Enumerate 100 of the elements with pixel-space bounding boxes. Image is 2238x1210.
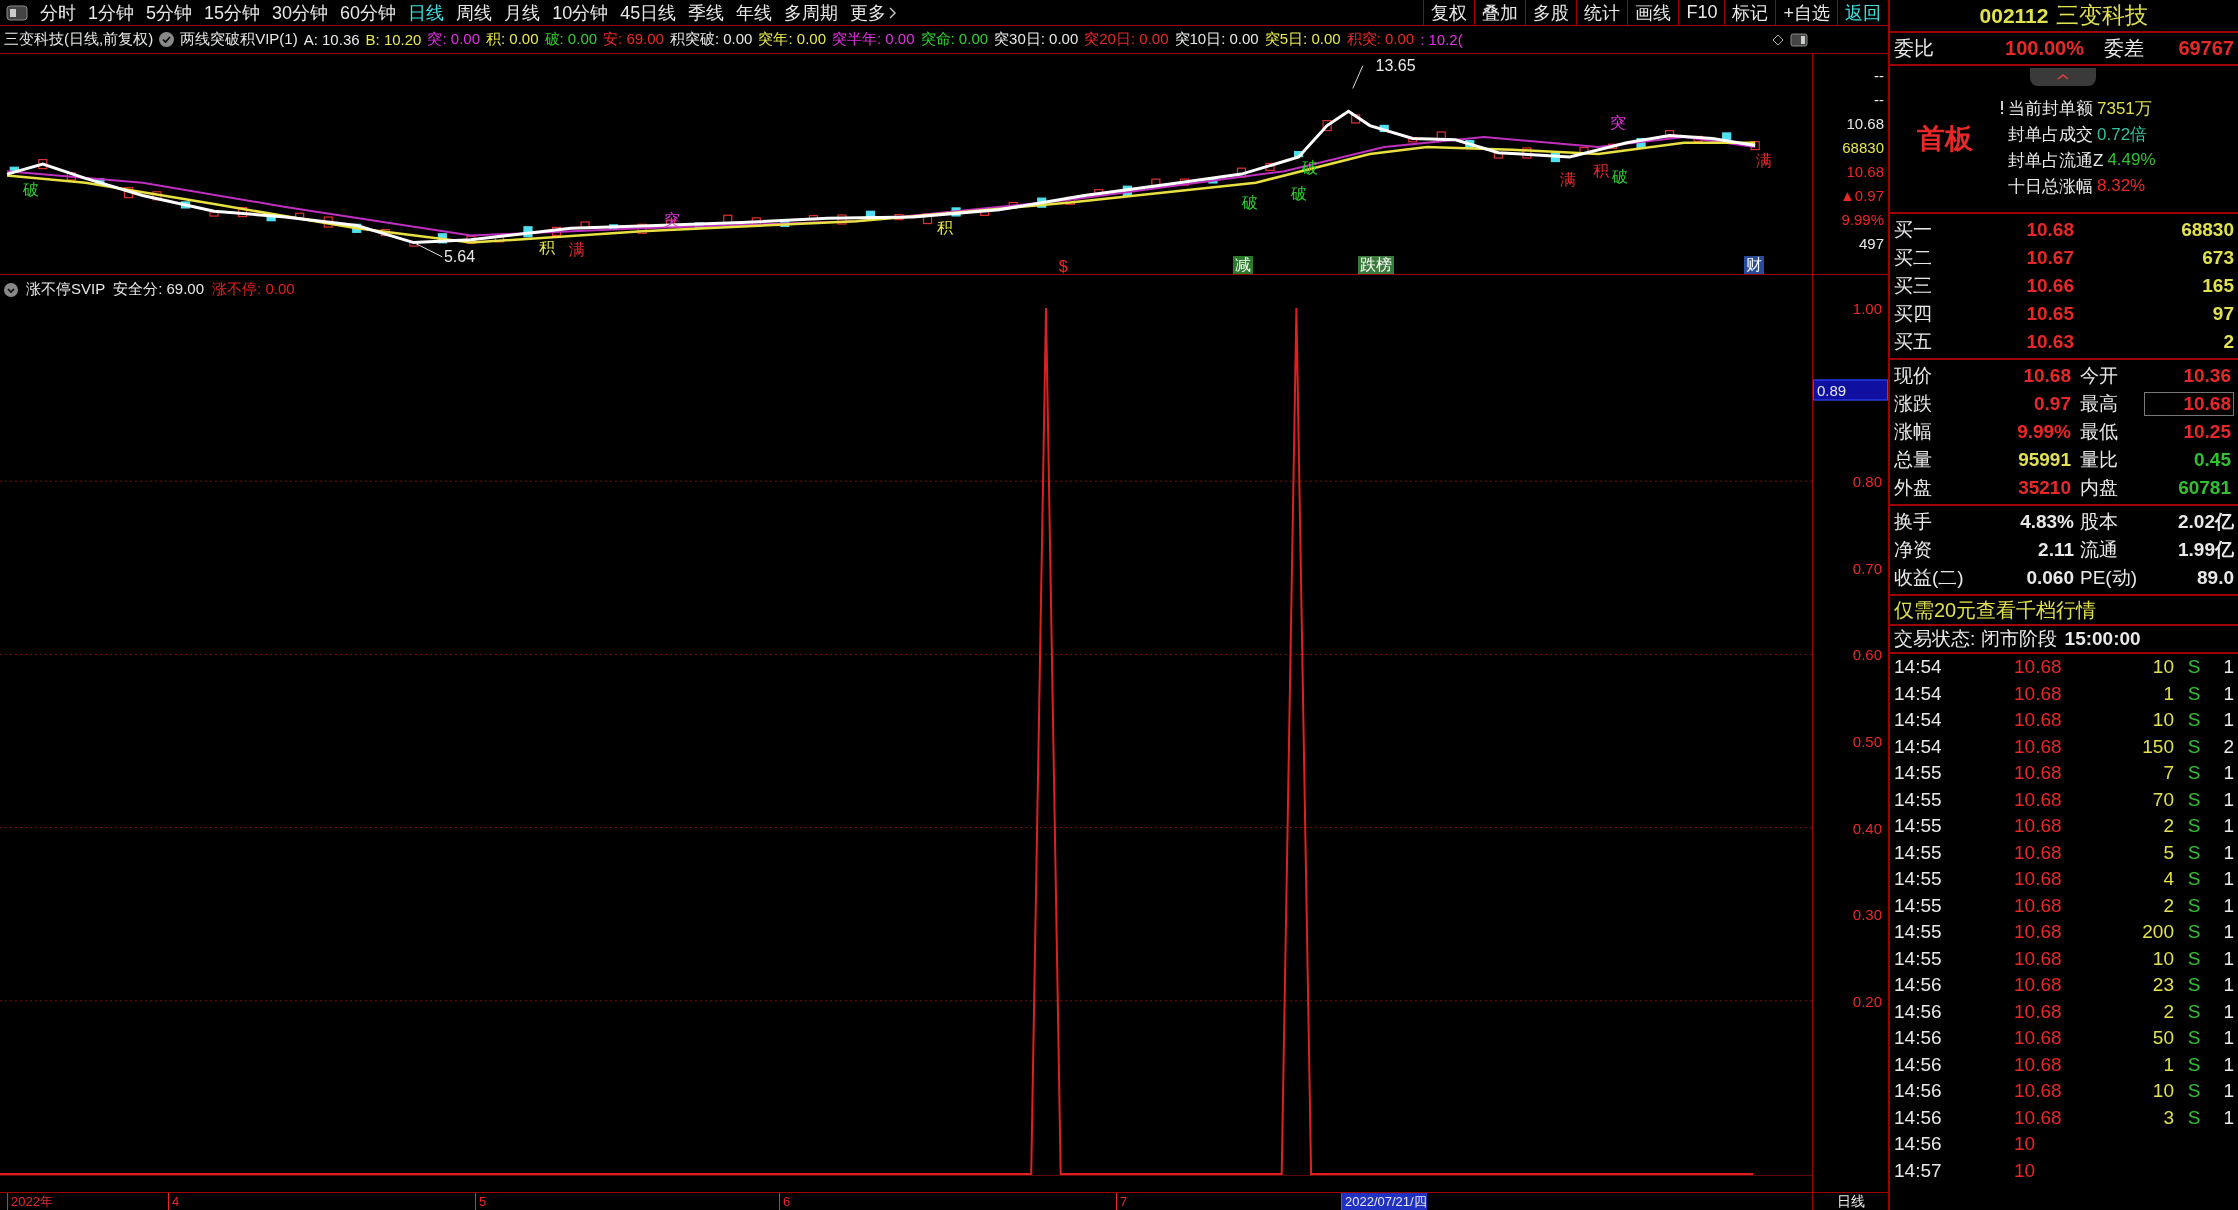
axis-tick-label: 0.80 — [1852, 472, 1882, 490]
signal-mark: 积 — [936, 219, 953, 238]
bid-price: 10.63 — [2025, 331, 2074, 353]
quote-value: 9.99% — [2016, 420, 2072, 444]
info-label: 当前封单额 — [2008, 97, 2093, 120]
bid-label: 买五 — [1894, 330, 1933, 354]
toolbar-button[interactable]: F10 — [1678, 0, 1725, 26]
quote-label: 现价 — [1894, 364, 1933, 388]
trade-price: 10 — [2014, 1159, 2037, 1182]
indicator-value: 积突破: 0.00 — [669, 30, 753, 49]
toolbar-button[interactable]: 多股 — [1525, 0, 1577, 26]
trade-volume: 1 — [2162, 1053, 2174, 1076]
toolbar-button[interactable]: 复权 — [1423, 0, 1475, 26]
quote-value: 95991 — [2017, 448, 2072, 472]
trade-side: S — [2186, 1080, 2202, 1103]
toolbar-button[interactable]: +自选 — [1775, 0, 1837, 26]
period-tab[interactable]: 日线 — [402, 0, 451, 25]
quote-label: 量比 — [2079, 448, 2119, 472]
indicator-value: 突半年: 0.00 — [832, 30, 915, 49]
diff-value: 69767 — [2177, 37, 2234, 60]
toolbar-button[interactable]: 叠加 — [1474, 0, 1526, 26]
toolbar-button[interactable]: 统计 — [1576, 0, 1628, 26]
more-button[interactable]: 更多 — [844, 0, 903, 25]
info-value: 0.72倍 — [2097, 123, 2148, 146]
trade-price: 10.68 — [2014, 762, 2063, 785]
leader-line — [1352, 65, 1364, 89]
check-icon[interactable] — [159, 32, 175, 47]
trade-price: 10.68 — [2014, 709, 2063, 732]
period-tab[interactable]: 45日线 — [614, 0, 683, 25]
quote-value: 10.68 — [2022, 364, 2072, 388]
trade-side: S — [2186, 682, 2202, 705]
legend-value: 涨不停: 0.00 — [212, 280, 295, 300]
toolbar-button[interactable]: 画线 — [1627, 0, 1679, 26]
quote-label: 外盘 — [1894, 476, 1933, 500]
indicator-value: : 10.2( — [1420, 31, 1463, 48]
stat-value: 0.060 — [2025, 567, 2074, 589]
trade-count: 1 — [2222, 788, 2234, 811]
trade-time: 14:55 — [1894, 815, 1943, 838]
signal-mark: 满 — [1560, 170, 1577, 189]
trade-side: S — [2186, 1053, 2202, 1076]
period-tab[interactable]: 周线 — [450, 0, 499, 25]
trade-price: 10.68 — [2014, 894, 2063, 917]
trade-price: 10.68 — [2014, 1053, 2063, 1076]
indicator-value: 安全分: 69.00 — [113, 280, 205, 300]
period-tab[interactable]: 分时 — [34, 0, 82, 25]
bid-price: 10.67 — [2025, 247, 2074, 269]
trade-time: 14:56 — [1894, 1080, 1943, 1103]
trade-time: 14:57 — [1894, 1159, 1943, 1182]
axis-label: 10.68 — [1846, 114, 1884, 134]
axis-label: 68830 — [1842, 138, 1884, 158]
bid-label: 买三 — [1894, 274, 1933, 298]
leader-line — [413, 242, 443, 258]
trade-count: 2 — [2222, 735, 2234, 758]
panel-toggle-icon[interactable] — [1790, 32, 1808, 47]
signal-mark: 满 — [568, 240, 585, 259]
trade-side: S — [2186, 868, 2202, 891]
trade-count: 1 — [2222, 815, 2234, 838]
trade-volume: 10 — [2151, 656, 2174, 679]
axis-label: -- — [1874, 66, 1884, 86]
stat-label: 净资 — [1894, 538, 1933, 562]
trade-price: 10.68 — [2014, 788, 2063, 811]
trade-count: 1 — [2222, 894, 2234, 917]
trade-volume: 200 — [2141, 921, 2174, 944]
toolbar-button[interactable]: 标记 — [1724, 0, 1776, 26]
panel-toggle-icon[interactable] — [6, 4, 28, 21]
period-tab[interactable]: 5分钟 — [140, 0, 199, 25]
period-tab[interactable]: 年线 — [730, 0, 779, 25]
chevron-up-icon — [2057, 73, 2069, 81]
period-tab[interactable]: 月线 — [498, 0, 547, 25]
quote-value: 10.36 — [2182, 364, 2232, 388]
cursor-date: 2022/07/21/四 — [1341, 1193, 1427, 1210]
quote-label: 今开 — [2079, 364, 2119, 388]
period-tab[interactable]: 多周期 — [778, 0, 845, 25]
info-label: 十日总涨幅 — [2008, 175, 2093, 198]
diamond-icon[interactable] — [1772, 33, 1784, 46]
signal-mark: $ — [1058, 257, 1068, 276]
indicator-value: 积突: 0.00 — [1346, 30, 1415, 49]
trade-time: 14:55 — [1894, 921, 1943, 944]
axis-tick-label: 0.40 — [1852, 819, 1882, 837]
quote-value: 0.45 — [2193, 448, 2232, 472]
trade-side: S — [2186, 1027, 2202, 1050]
period-tab[interactable]: 10分钟 — [546, 0, 615, 25]
period-tab[interactable]: 15分钟 — [198, 0, 267, 25]
period-tab[interactable]: 60分钟 — [334, 0, 403, 25]
trade-time: 14:55 — [1894, 868, 1943, 891]
trade-count: 1 — [2222, 868, 2234, 891]
trade-time: 14:54 — [1894, 735, 1943, 758]
trade-count: 1 — [2222, 762, 2234, 785]
bid-price: 10.68 — [2025, 219, 2074, 241]
collapse-icon[interactable] — [4, 283, 18, 297]
period-tab[interactable]: 1分钟 — [82, 0, 140, 25]
period-tab[interactable]: 30分钟 — [266, 0, 335, 25]
stat-value: 2.02亿 — [2177, 510, 2234, 534]
promo-link[interactable]: 仅需20元查看千档行情 — [1890, 596, 2238, 626]
stock-code: 002112 — [1979, 3, 2049, 28]
trade-time: 14:56 — [1894, 974, 1943, 997]
period-tab[interactable]: 季线 — [682, 0, 731, 25]
toolbar-button[interactable]: 返回 — [1837, 0, 1888, 26]
price-label: 5.64 — [443, 247, 476, 266]
trade-volume: 7 — [2162, 762, 2174, 785]
